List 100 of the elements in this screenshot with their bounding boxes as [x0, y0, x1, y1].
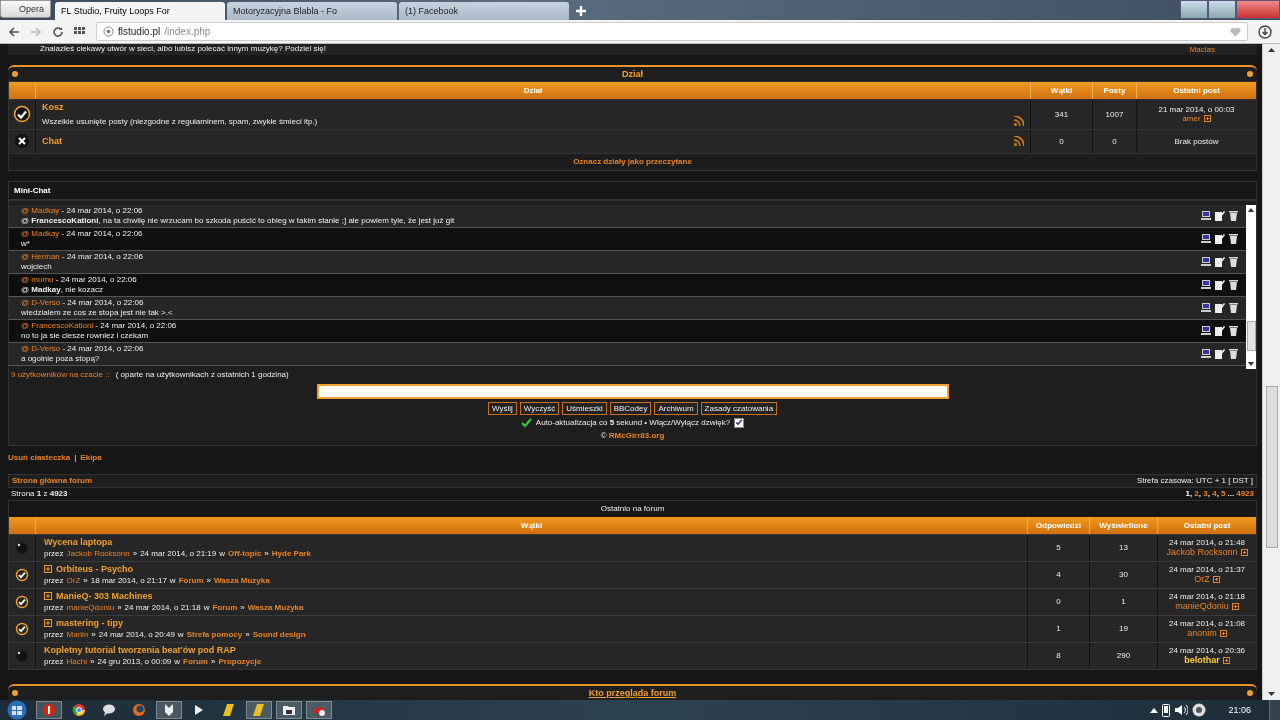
subforum-link[interactable]: Wasza Muzyka — [214, 576, 270, 586]
last-post-author[interactable]: Jackob Rocksonn — [1166, 547, 1238, 558]
footer-link[interactable]: Usuń ciasteczka — [8, 453, 71, 463]
browser-tab[interactable]: FL Studio, Fruity Loops For — [55, 2, 225, 20]
taskbar-app-icon[interactable] — [156, 701, 182, 719]
author-link[interactable]: Mariin — [66, 630, 89, 640]
network-icon[interactable] — [1192, 703, 1207, 717]
plus-box-icon[interactable] — [1203, 115, 1211, 123]
browser-tab[interactable]: (1) Facebook — [399, 2, 569, 20]
browser-menu-button[interactable]: Opera — [0, 0, 51, 18]
site-info-icon[interactable] — [103, 26, 114, 37]
page-scrollbar[interactable] — [1262, 44, 1280, 700]
online-users-link[interactable]: 9 użytkowników na czacie :: — [11, 370, 110, 380]
trash-icon[interactable] — [1229, 233, 1238, 245]
subforum-link[interactable]: Hyde Park — [271, 549, 311, 559]
volume-icon[interactable] — [1174, 704, 1189, 716]
expand-icon[interactable] — [44, 592, 52, 601]
taskbar-app-icon[interactable] — [276, 701, 302, 719]
browser-tab[interactable]: Motoryzacyjna Blabla - Fo — [227, 2, 397, 20]
author-link[interactable]: manieQdoniu — [66, 603, 115, 613]
topic-link[interactable]: ManieQ- 303 Machines — [56, 591, 153, 602]
plus-box-icon[interactable] — [1231, 602, 1239, 610]
new-tab-icon[interactable] — [575, 5, 587, 17]
mark-read-link[interactable]: Oznacz działy jako przeczytane — [573, 157, 692, 167]
edit-icon[interactable] — [1215, 256, 1225, 267]
page-link[interactable]: 1 — [1185, 489, 1190, 499]
trash-icon[interactable] — [1229, 256, 1238, 268]
trash-icon[interactable] — [1229, 302, 1238, 314]
author-link[interactable]: Jackob Rocksonn — [66, 549, 130, 559]
scrollbar[interactable] — [1246, 204, 1256, 369]
author-link[interactable]: Hachi — [66, 657, 87, 667]
expand-icon[interactable] — [44, 619, 52, 628]
forum-link[interactable]: Strefa pomocy — [186, 630, 243, 640]
window-controls[interactable] — [1180, 0, 1280, 19]
scroll-thumb[interactable] — [1246, 320, 1256, 351]
computer-icon[interactable] — [1201, 302, 1211, 313]
forum-home-link[interactable]: Strona główna forum — [12, 476, 92, 486]
forum-link[interactable]: Forum — [183, 657, 208, 667]
edit-icon[interactable] — [1215, 348, 1225, 359]
page-link[interactable]: 2 — [1194, 489, 1199, 499]
chat-button[interactable]: Wyślij — [487, 401, 517, 415]
computer-icon[interactable] — [1201, 233, 1211, 244]
trash-icon[interactable] — [1229, 325, 1238, 337]
address-field[interactable]: flstudio.pl /index.php — [96, 22, 1248, 41]
chat-button[interactable]: BBCodey — [609, 401, 652, 415]
trash-icon[interactable] — [1229, 210, 1238, 222]
subforum-link[interactable]: Sound design — [252, 630, 306, 640]
rss-icon[interactable] — [1014, 136, 1024, 147]
tray-arrow-icon[interactable] — [1150, 707, 1159, 713]
page-link[interactable]: 5 — [1221, 489, 1226, 499]
edit-icon[interactable] — [1215, 210, 1225, 221]
computer-icon[interactable] — [1201, 256, 1211, 267]
plus-box-icon[interactable] — [1240, 548, 1248, 556]
edit-icon[interactable] — [1215, 279, 1225, 290]
back-icon[interactable] — [8, 25, 20, 38]
computer-icon[interactable] — [1201, 325, 1211, 336]
forum-link[interactable]: Forum — [212, 603, 238, 613]
last-post-author[interactable]: anonim — [1187, 628, 1217, 639]
topic-link[interactable]: Kopletny tutorial tworzenia beat'ów pod RAP — [44, 645, 236, 656]
plus-box-icon[interactable] — [1222, 656, 1230, 664]
chat-button[interactable]: Uśmieszki — [562, 401, 607, 415]
last-post-author[interactable]: belothar — [1184, 655, 1220, 666]
taskbar-app-icon[interactable] — [36, 701, 62, 719]
page-link[interactable]: 4923 — [1236, 489, 1254, 499]
author-link[interactable]: OrZ — [66, 576, 81, 586]
chat-button[interactable]: Archiwum — [654, 401, 698, 415]
edit-icon[interactable] — [1215, 233, 1225, 244]
credit-link[interactable]: RMcGirr83.org — [608, 430, 665, 440]
taskbar-app-icon[interactable] — [306, 701, 332, 719]
trash-icon[interactable] — [1229, 348, 1238, 360]
chat-button[interactable]: Zasady czatowania — [700, 401, 778, 415]
last-post-author[interactable]: amer — [1182, 114, 1201, 124]
computer-icon[interactable] — [1201, 210, 1211, 221]
computer-icon[interactable] — [1201, 279, 1211, 290]
computer-icon[interactable] — [1201, 348, 1211, 359]
forum-link[interactable]: Off-topic — [228, 549, 262, 559]
forum-link[interactable]: Kosz — [42, 101, 1024, 112]
edit-icon[interactable] — [1215, 325, 1225, 336]
expand-icon[interactable] — [44, 565, 52, 574]
last-post-author[interactable]: Macias — [1189, 44, 1215, 54]
last-post-author[interactable]: manieQdoniu — [1175, 601, 1229, 612]
sound-checkbox[interactable] — [734, 417, 745, 428]
page-link[interactable]: 3 — [1203, 489, 1208, 499]
topic-link[interactable]: mastering - tipy — [56, 618, 123, 629]
last-post-author[interactable]: OrZ — [1194, 574, 1210, 585]
edit-icon[interactable] — [1215, 302, 1225, 313]
plus-box-icon[interactable] — [1212, 575, 1220, 583]
trash-icon[interactable] — [1229, 279, 1238, 291]
chat-input-field[interactable] — [316, 383, 949, 399]
plus-box-icon[interactable] — [1219, 629, 1227, 637]
topic-link[interactable]: Wycena laptopa — [44, 537, 113, 548]
page-link[interactable]: 4 — [1212, 489, 1217, 499]
speed-dial-icon[interactable] — [74, 26, 86, 37]
phone-icon[interactable] — [1162, 703, 1171, 717]
subforum-link[interactable]: Propozycje — [218, 657, 262, 667]
forum-link[interactable]: Forum — [178, 576, 204, 586]
rss-icon[interactable] — [1014, 116, 1024, 127]
reload-icon[interactable] — [52, 25, 64, 38]
subforum-link[interactable]: Wasza Muzyka — [247, 603, 304, 613]
topic-link[interactable]: Orbiteus - Psycho — [56, 564, 134, 575]
